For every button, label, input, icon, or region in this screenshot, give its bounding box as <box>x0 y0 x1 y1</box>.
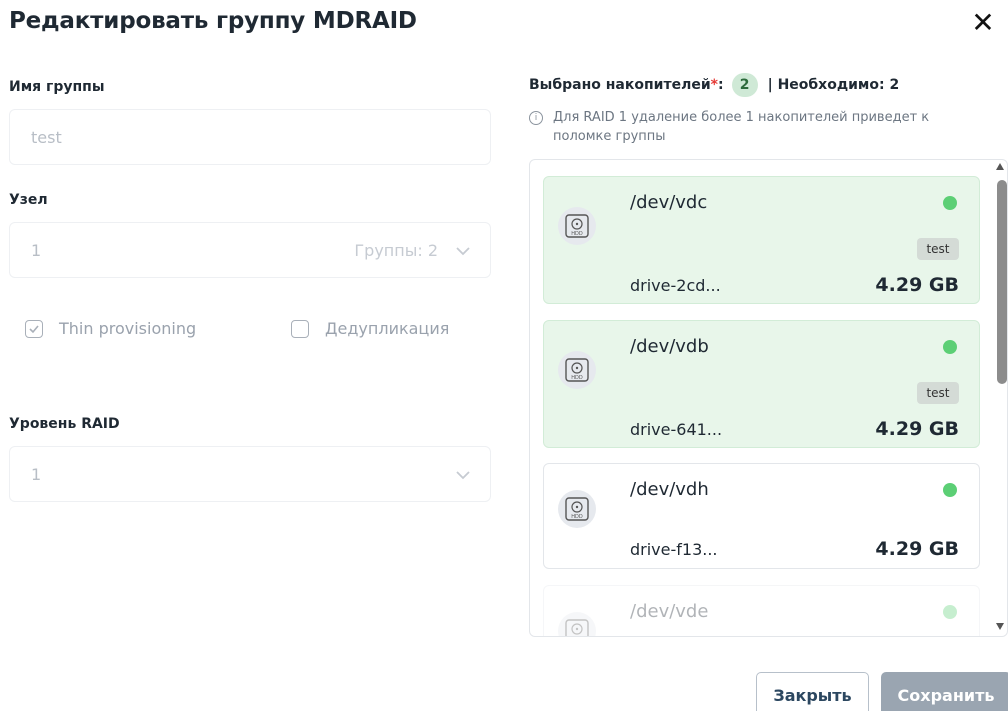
raid-level-select[interactable]: 1 <box>9 446 491 502</box>
svg-text:HDD: HDD <box>571 375 583 381</box>
hdd-icon: HDD <box>558 351 596 389</box>
drive-size: 4.29 GB <box>875 538 959 560</box>
selected-count-badge: 2 <box>731 73 758 97</box>
scroll-down-arrow-icon[interactable] <box>996 623 1004 630</box>
drive-card[interactable]: HDD /dev/vdb test drive-641... 4.29 GB <box>543 320 980 448</box>
group-name-label: Имя группы <box>9 79 105 95</box>
node-select[interactable]: 1 Группы: 2 <box>9 222 491 278</box>
close-icon[interactable]: ✕ <box>968 8 998 38</box>
node-groups-hint: Группы: 2 <box>354 241 438 260</box>
required-count: | Необходимо: 2 <box>767 77 900 93</box>
thin-provisioning-checkbox[interactable]: Thin provisioning <box>25 319 196 338</box>
thin-provisioning-label: Thin provisioning <box>59 319 197 338</box>
status-dot <box>943 483 957 497</box>
raid-level-value: 1 <box>31 465 42 484</box>
raid-level-label: Уровень RAID <box>9 416 120 432</box>
status-dot <box>943 605 957 619</box>
drive-list[interactable]: HDD /dev/vdc test drive-2cd... 4.29 GB H… <box>529 159 1008 637</box>
svg-text:HDD: HDD <box>571 514 583 520</box>
drive-card[interactable]: HDD /dev/vdh drive-f13... 4.29 GB <box>543 463 980 569</box>
group-name-value: test <box>31 128 62 147</box>
drive-size: 4.29 GB <box>875 274 959 296</box>
deduplication-label: Дедупликация <box>325 319 450 338</box>
group-name-input[interactable]: test <box>9 109 491 165</box>
hdd-icon: HDD <box>558 612 596 637</box>
drive-list-scrollbar[interactable] <box>993 160 1008 636</box>
svg-text:HDD: HDD <box>571 636 583 637</box>
drive-card[interactable]: HDD /dev/vde <box>543 585 980 637</box>
scroll-thumb[interactable] <box>997 180 1007 384</box>
selected-drives-label: Выбрано накопителей <box>529 77 711 93</box>
scroll-up-arrow-icon[interactable] <box>996 163 1004 170</box>
info-icon: i <box>529 111 543 125</box>
close-button[interactable]: Закрыть <box>756 672 869 711</box>
drive-name: /dev/vdh <box>630 479 709 500</box>
drive-id: drive-2cd... <box>630 276 721 295</box>
raid-warning-text: Для RAID 1 удаление более 1 накопителей … <box>553 110 930 144</box>
drive-id: drive-641... <box>630 420 723 439</box>
status-dot <box>943 340 957 354</box>
deduplication-checkbox[interactable]: Дедупликация <box>291 319 449 338</box>
checkbox-checked-icon <box>25 319 43 338</box>
drive-tag: test <box>917 238 959 260</box>
svg-text:HDD: HDD <box>571 231 583 237</box>
drive-size: 4.29 GB <box>875 418 959 440</box>
hdd-icon: HDD <box>558 490 596 528</box>
save-button[interactable]: Сохранить <box>881 672 1008 711</box>
hdd-icon: HDD <box>558 207 596 245</box>
drive-name: /dev/vde <box>630 601 709 622</box>
chevron-down-icon <box>456 247 470 256</box>
checkbox-unchecked-icon <box>291 319 309 338</box>
raid-warning: i Для RAID 1 удаление более 1 накопителе… <box>529 108 969 146</box>
label-colon: : <box>717 77 724 93</box>
node-label: Узел <box>9 192 48 208</box>
selected-drives-header: Выбрано накопителей *: 2 | Необходимо: 2 <box>529 73 899 97</box>
status-dot <box>943 196 957 210</box>
drive-name: /dev/vdc <box>630 192 708 213</box>
drive-tag: test <box>917 382 959 404</box>
drive-card[interactable]: HDD /dev/vdc test drive-2cd... 4.29 GB <box>543 176 980 304</box>
drive-id: drive-f13... <box>630 540 718 559</box>
drive-name: /dev/vdb <box>630 336 709 357</box>
dialog-title: Редактировать группу MDRAID <box>9 8 417 34</box>
required-mark: * <box>710 77 718 93</box>
chevron-down-icon <box>456 471 470 480</box>
node-value: 1 <box>31 241 42 260</box>
